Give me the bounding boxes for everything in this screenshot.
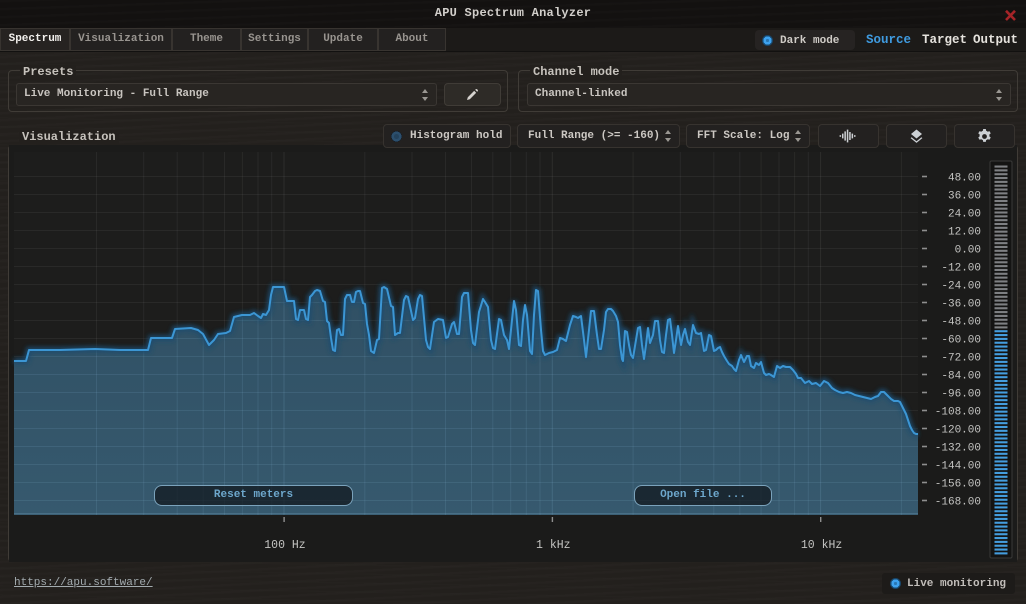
svg-text:10 kHz: 10 kHz: [801, 539, 842, 552]
svg-text:100 Hz: 100 Hz: [264, 539, 305, 552]
svg-text:-24.00: -24.00: [941, 280, 981, 292]
svg-text:-12.00: -12.00: [941, 262, 981, 274]
svg-text:0.00: 0.00: [955, 244, 981, 256]
svg-text:-120.00: -120.00: [935, 424, 981, 436]
svg-text:-132.00: -132.00: [935, 442, 981, 454]
svg-text:48.00: 48.00: [948, 172, 981, 184]
svg-text:-48.00: -48.00: [941, 316, 981, 328]
svg-text:12.00: 12.00: [948, 226, 981, 238]
svg-text:24.00: 24.00: [948, 208, 981, 220]
svg-text:-72.00: -72.00: [941, 352, 981, 364]
svg-text:-84.00: -84.00: [941, 370, 981, 382]
svg-text:-156.00: -156.00: [935, 478, 981, 490]
svg-text:1 kHz: 1 kHz: [536, 539, 571, 552]
svg-text:-144.00: -144.00: [935, 460, 981, 472]
svg-text:-36.00: -36.00: [941, 298, 981, 310]
svg-text:-60.00: -60.00: [941, 334, 981, 346]
svg-text:36.00: 36.00: [948, 190, 981, 202]
svg-text:-168.00: -168.00: [935, 496, 981, 508]
svg-text:-108.00: -108.00: [935, 406, 981, 418]
svg-text:-96.00: -96.00: [941, 388, 981, 400]
